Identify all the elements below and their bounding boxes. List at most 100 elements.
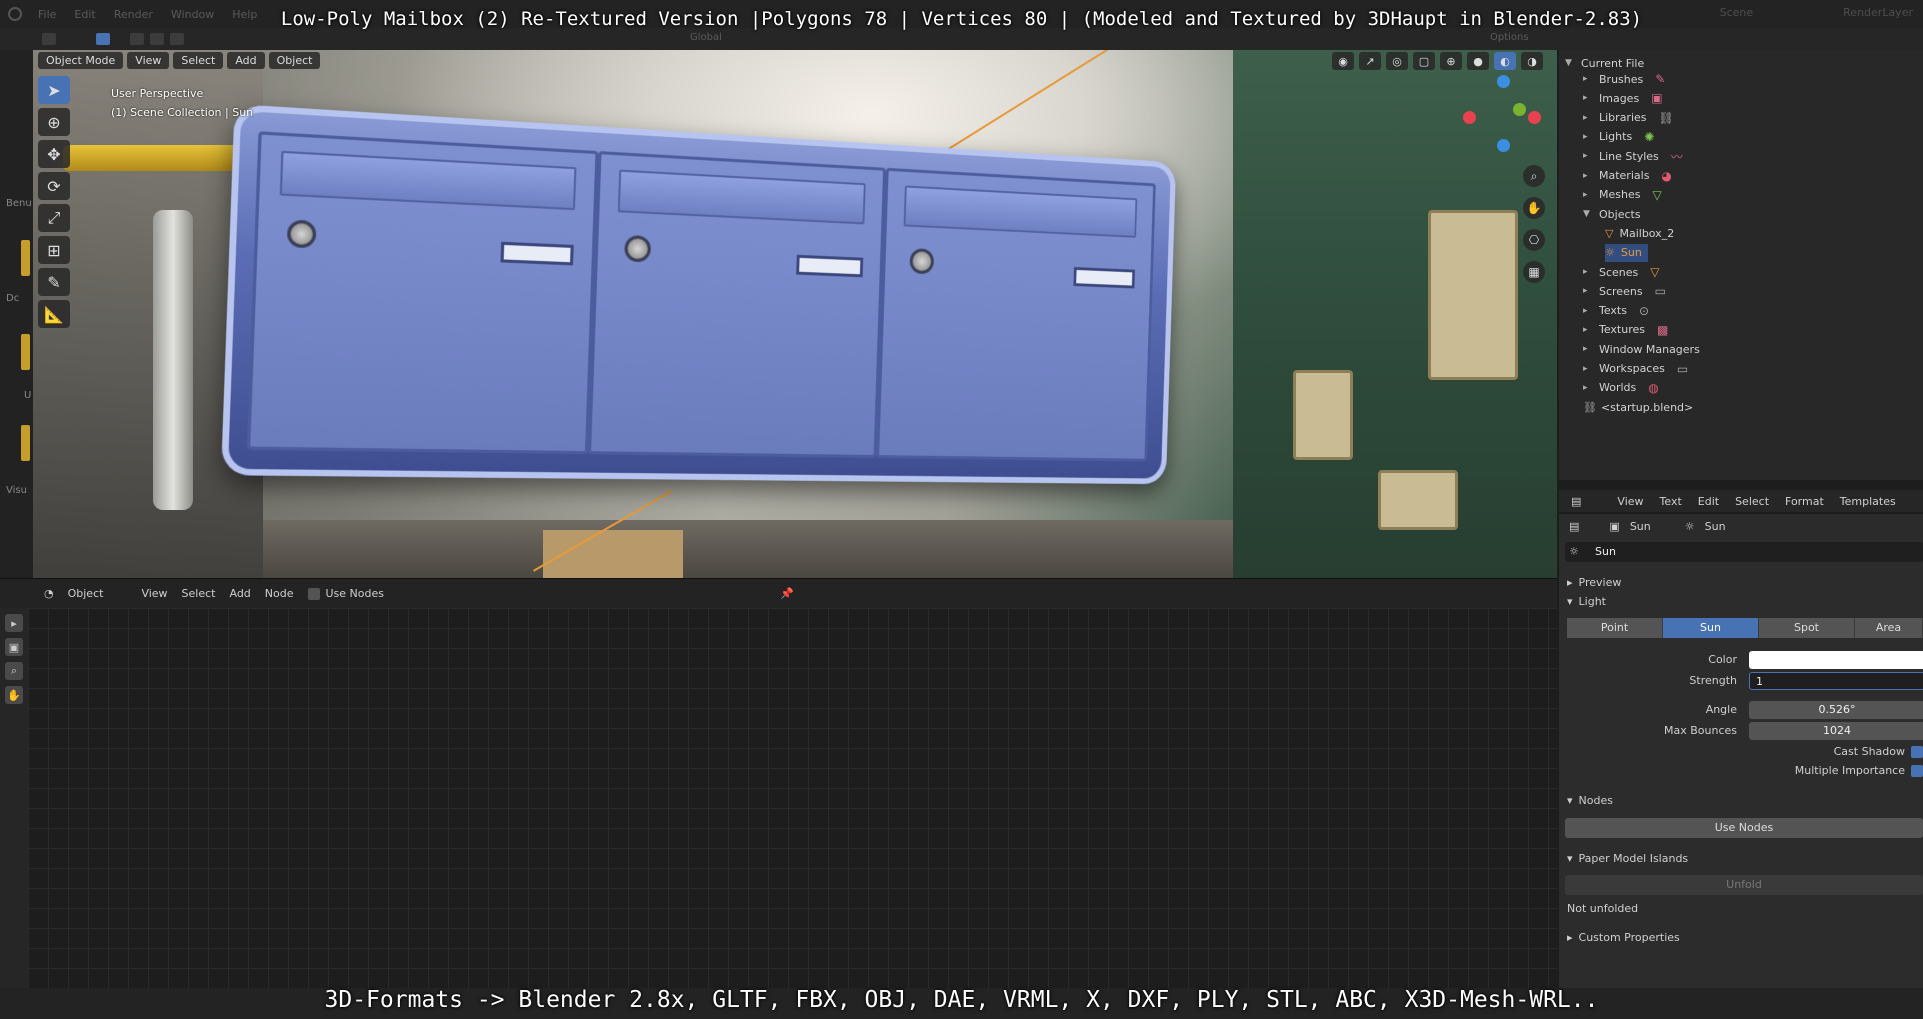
scale-tool-icon[interactable]: ⤢ — [38, 204, 70, 232]
breadcrumb-object[interactable]: Sun — [1630, 520, 1651, 533]
expand-triangle-icon[interactable]: ▸ — [1583, 325, 1593, 335]
viewport-menu-object[interactable]: Object — [268, 52, 321, 69]
use-nodes-button[interactable]: Use Nodes — [1565, 818, 1923, 838]
light-type-area[interactable]: Area — [1855, 618, 1923, 638]
expand-triangle-icon[interactable]: ▸ — [1583, 171, 1593, 181]
expand-triangle-icon[interactable]: ▸ — [1583, 190, 1593, 200]
expand-triangle-icon[interactable]: ▸ — [1583, 74, 1593, 84]
custom-properties-header[interactable]: ▸ Custom Properties — [1567, 931, 1680, 944]
expand-triangle-icon[interactable]: ▸ — [1583, 132, 1593, 142]
prop-menu-view[interactable]: View — [1617, 495, 1643, 508]
select-tool-icon[interactable]: ➤ — [38, 76, 70, 104]
outliner-item[interactable]: ▼ Objects — [1583, 205, 1641, 223]
expand-triangle-icon[interactable]: ▸ — [1583, 113, 1593, 123]
options-dropdown[interactable]: Options — [1490, 32, 1529, 43]
outliner-item[interactable]: ▸ Brushes ✎ — [1583, 70, 1665, 88]
wireframe-shading-icon[interactable]: ⊕ — [1440, 52, 1462, 70]
rotate-tool-icon[interactable]: ⟳ — [38, 172, 70, 200]
select-tool-icon[interactable]: ▸ — [5, 614, 23, 632]
expand-triangle-icon[interactable]: ▸ — [1583, 306, 1593, 316]
light-type-point[interactable]: Point — [1567, 618, 1663, 638]
material-shading-icon[interactable]: ◐ — [1494, 52, 1516, 70]
object-mode-dropdown[interactable]: Object Mode — [38, 52, 124, 69]
camera-icon[interactable]: ⎔ — [1523, 229, 1545, 251]
preview-panel-header[interactable]: ▸ Preview — [1567, 576, 1621, 589]
gizmo-toggle-icon[interactable]: ↗ — [1359, 52, 1381, 70]
expand-triangle-icon[interactable]: ▸ — [1583, 344, 1593, 354]
annotate-tool-icon[interactable]: ✎ — [38, 268, 70, 296]
move-tool-icon[interactable]: ✥ — [38, 140, 70, 168]
node-editor-canvas[interactable] — [28, 608, 1557, 988]
shader-type-dropdown[interactable]: Object — [68, 587, 104, 600]
editor-type-icon[interactable] — [42, 33, 56, 45]
use-nodes-checkbox[interactable] — [307, 587, 320, 600]
node-menu-view[interactable]: View — [141, 587, 167, 600]
z-axis-neg-icon[interactable] — [1497, 139, 1510, 152]
multiple-importance-checkbox[interactable] — [1911, 765, 1923, 777]
overlay-toggle-icon[interactable]: ◎ — [1386, 52, 1408, 70]
viewport-menu-view[interactable]: View — [127, 52, 170, 69]
expand-triangle-icon[interactable]: ▸ — [1583, 151, 1593, 161]
expand-triangle-icon[interactable]: ▸ — [1583, 383, 1593, 393]
pan-hand-icon[interactable]: ✋ — [5, 686, 23, 704]
prop-menu-format[interactable]: Format — [1785, 495, 1824, 508]
outliner-item[interactable]: ▸ Libraries ⛓ — [1583, 109, 1674, 127]
measure-tool-icon[interactable]: 📐 — [38, 300, 70, 328]
breadcrumb-data[interactable]: Sun — [1705, 520, 1726, 533]
zoom-icon[interactable]: ⌕ — [1523, 165, 1545, 187]
z-axis-icon[interactable] — [1497, 75, 1510, 88]
node-menu-node[interactable]: Node — [265, 587, 294, 600]
editor-type-icon[interactable]: ◔ — [44, 587, 54, 600]
light-type-spot[interactable]: Spot — [1759, 618, 1855, 638]
transform-tool-icon[interactable]: ⊞ — [38, 236, 70, 264]
expand-triangle-icon[interactable]: ▸ — [1583, 364, 1593, 374]
rendered-shading-icon[interactable]: ◑ — [1521, 52, 1543, 70]
editor-type-icon[interactable]: ▤ — [1571, 495, 1581, 508]
outliner-item[interactable]: ▸ Scenes ▽ — [1583, 263, 1660, 281]
angle-field[interactable]: 0.526° — [1749, 701, 1923, 719]
y-axis-icon[interactable] — [1513, 103, 1526, 116]
3d-viewport[interactable]: Object Mode View Select Add Object User … — [33, 50, 1557, 578]
xray-toggle-icon[interactable]: ▢ — [1413, 52, 1435, 70]
zoom-icon[interactable]: ⌕ — [5, 662, 23, 680]
select-box-icon[interactable] — [96, 33, 110, 45]
expand-triangle-icon[interactable]: ▸ — [1583, 93, 1593, 103]
outliner-item[interactable]: ▽ Mailbox_2 — [1605, 224, 1674, 242]
pin-icon[interactable]: 📌 — [780, 587, 794, 600]
viewport-menu-add[interactable]: Add — [227, 52, 265, 69]
select-mode-icon[interactable] — [150, 33, 164, 45]
solid-shading-icon[interactable]: ● — [1467, 52, 1489, 70]
prop-menu-text[interactable]: Text — [1660, 495, 1682, 508]
x-axis-neg-icon[interactable] — [1463, 111, 1476, 124]
box-select-icon[interactable]: ▣ — [5, 638, 23, 656]
outliner-item[interactable]: ▸ Images ▣ — [1583, 89, 1663, 107]
light-panel-header[interactable]: ▾ Light — [1567, 595, 1606, 608]
visibility-icon[interactable]: ◉ — [1332, 52, 1354, 70]
navigation-gizmo[interactable] — [1463, 75, 1543, 155]
outliner-item[interactable]: ▸ Worlds ◍ — [1583, 379, 1659, 397]
node-menu-add[interactable]: Add — [229, 587, 250, 600]
expand-triangle-icon[interactable]: ▸ — [1583, 267, 1593, 277]
nodes-panel-header[interactable]: ▾ Nodes — [1567, 794, 1613, 807]
multiple-importance-row[interactable]: Multiple Importance — [1795, 764, 1923, 777]
outliner-library-item[interactable]: ⛓ <startup.blend> — [1583, 398, 1693, 416]
datablock-field[interactable]: ☼ Sun — [1565, 542, 1923, 562]
outliner[interactable]: ▼ Current File ▸ Brushes ✎ ▸ Images ▣ ▸ Librari… — [1559, 50, 1923, 480]
light-type-sun[interactable]: Sun — [1663, 618, 1759, 638]
prop-menu-edit[interactable]: Edit — [1698, 495, 1719, 508]
outliner-item[interactable]: ▸ Line Styles 〰 — [1583, 147, 1683, 165]
select-mode-icon[interactable] — [170, 33, 184, 45]
prop-menu-select[interactable]: Select — [1735, 495, 1769, 508]
properties-type-icon[interactable]: ▤ — [1569, 520, 1579, 533]
paper-model-panel-header[interactable]: ▾ Paper Model Islands — [1567, 852, 1688, 865]
x-axis-icon[interactable] — [1528, 111, 1541, 124]
mailbox-model[interactable] — [220, 104, 1177, 485]
expand-triangle-icon[interactable]: ▸ — [1583, 286, 1593, 296]
max-bounces-field[interactable]: 1024 — [1749, 722, 1923, 740]
cursor-tool-icon[interactable]: ⊕ — [38, 108, 70, 136]
cast-shadow-row[interactable]: Cast Shadow — [1834, 745, 1923, 758]
outliner-item[interactable]: ▸ Meshes ▽ — [1583, 186, 1662, 204]
pan-hand-icon[interactable]: ✋ — [1523, 197, 1545, 219]
prop-menu-templates[interactable]: Templates — [1840, 495, 1896, 508]
color-swatch[interactable] — [1749, 651, 1923, 669]
